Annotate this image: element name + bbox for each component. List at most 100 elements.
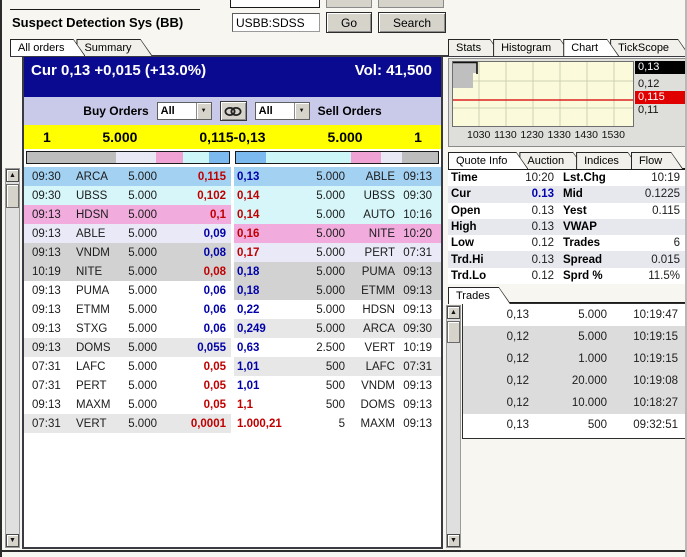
ask-mpid: ARCA xyxy=(347,323,395,335)
depth-segment xyxy=(402,152,438,163)
table-row[interactable]: 09:13PUMA5.0000,06 xyxy=(24,281,231,300)
depth-segment xyxy=(156,152,182,163)
scroll-up-icon[interactable]: ▲ xyxy=(447,306,460,319)
ask-price: 0,16 xyxy=(234,228,294,240)
table-row[interactable]: 09:13DOMS5.0000,055 xyxy=(24,338,231,357)
tab-auction[interactable]: Auction xyxy=(519,152,585,169)
tab-trades[interactable]: Trades xyxy=(448,287,511,304)
chevron-down-icon[interactable]: ▼ xyxy=(294,103,309,119)
quote-label: Cur xyxy=(448,188,498,200)
table-row[interactable]: 07:31VERT5.0000,0001 xyxy=(24,414,231,433)
tab-quote-info[interactable]: Quote Info xyxy=(448,152,528,169)
tab-histogram[interactable]: Histogram xyxy=(493,39,572,56)
table-row[interactable]: 07:31PERT5.0000,05 xyxy=(24,376,231,395)
quote-label: Spread xyxy=(560,254,620,266)
tab-summary[interactable]: Summary xyxy=(76,39,152,56)
list-item[interactable]: 0,1350009:32:51 xyxy=(463,414,685,436)
table-row[interactable]: 1,1500DOMS09:13 xyxy=(234,395,441,414)
table-row[interactable]: 07:31LAFC5.0000,05 xyxy=(24,357,231,376)
list-item[interactable]: 0,1210.00010:18:27 xyxy=(463,392,685,414)
table-row[interactable]: 09:13ABLE5.0000,09 xyxy=(24,224,231,243)
quote-value: 0.1225 xyxy=(620,188,686,200)
price-chart[interactable] xyxy=(452,61,634,127)
quote-row: Open0.13Yest0.115 xyxy=(448,203,686,219)
table-row[interactable]: 0,135.000ABLE09:13 xyxy=(234,167,441,186)
list-item[interactable]: 0,121.00010:19:15 xyxy=(463,348,685,370)
ask-depth-bar xyxy=(235,151,439,164)
sell-filter-select[interactable]: All ▼ xyxy=(255,102,310,120)
table-row[interactable]: 0,165.000NITE10:20 xyxy=(234,224,441,243)
tab-label: Histogram xyxy=(494,40,571,56)
table-row[interactable]: 1,01500LAFC07:31 xyxy=(234,357,441,376)
scrollbar-thumb[interactable] xyxy=(447,321,460,343)
cropped-button-fragment xyxy=(378,0,444,8)
bid-size: 5.000 xyxy=(128,323,171,335)
bid-price: 0,06 xyxy=(171,285,231,297)
table-row[interactable]: 0,185.000ETMM09:13 xyxy=(234,281,441,300)
table-row[interactable]: 0,225.000HDSN09:13 xyxy=(234,300,441,319)
table-row[interactable]: 0,145.000UBSS09:30 xyxy=(234,186,441,205)
list-item[interactable]: 0,1220.00010:19:08 xyxy=(463,370,685,392)
table-row[interactable]: 09:30ARCA5.0000,115 xyxy=(24,167,231,186)
go-button[interactable]: Go xyxy=(326,12,372,33)
table-row[interactable]: 09:13ETMM5.0000,06 xyxy=(24,300,231,319)
bid-price: 0,055 xyxy=(171,342,231,354)
chevron-down-icon[interactable]: ▼ xyxy=(196,103,211,119)
order-book-scrollbar[interactable]: ▲ ▼ xyxy=(5,168,20,548)
list-item[interactable]: 0,125.00010:19:15 xyxy=(463,326,685,348)
order-filter-row: Buy Orders All ▼ All ▼ Sell Orders xyxy=(24,97,441,125)
tab-indices[interactable]: Indices xyxy=(576,152,640,169)
bid-time: 09:13 xyxy=(32,304,76,316)
trade-price: 0,13 xyxy=(463,309,529,321)
scrollbar-thumb[interactable] xyxy=(6,184,19,208)
table-row[interactable]: 09:13HDSN5.0000,1 xyxy=(24,205,231,224)
trades-tab-label: Trades xyxy=(449,288,510,304)
tab-all-orders[interactable]: All orders xyxy=(10,39,85,56)
scroll-down-icon[interactable]: ▼ xyxy=(6,534,19,547)
bid-depth-bar xyxy=(26,151,230,164)
quote-row: Cur0.13Mid0.1225 xyxy=(448,186,686,202)
tab-flow[interactable]: Flow xyxy=(631,152,683,169)
bid-size: 5.000 xyxy=(128,247,171,259)
ask-mpid: VNDM xyxy=(347,380,395,392)
table-row[interactable]: 1,01500VNDM09:13 xyxy=(234,376,441,395)
list-item[interactable]: 0,135.00010:19:47 xyxy=(463,304,685,326)
ask-price: 0,17 xyxy=(234,247,294,259)
scroll-down-icon[interactable]: ▼ xyxy=(447,534,460,547)
tab-label: Quote Info xyxy=(449,153,527,169)
quote-label: Low xyxy=(448,237,498,249)
table-row[interactable]: 10:19NITE5.0000,08 xyxy=(24,262,231,281)
search-button[interactable]: Search xyxy=(378,12,446,33)
chain-link-icon xyxy=(224,106,242,117)
ticker-header: Cur 0,13 +0,015 (+13.0%) Vol: 41,500 xyxy=(24,57,441,97)
table-row[interactable]: 0,175.000PERT07:31 xyxy=(234,243,441,262)
bid-mpid: STXG xyxy=(76,323,128,335)
table-row[interactable]: 0,632.500VERT10:19 xyxy=(234,338,441,357)
buy-filter-select[interactable]: All ▼ xyxy=(157,102,212,120)
bid-size: 5.000 xyxy=(128,380,171,392)
table-row[interactable]: 1.000,215MAXM09:13 xyxy=(234,414,441,433)
bid-time: 07:31 xyxy=(32,380,76,392)
table-row[interactable]: 09:13MAXM5.0000,05 xyxy=(24,395,231,414)
bid-price: 0,08 xyxy=(171,247,231,259)
table-row[interactable]: 09:13VNDM5.0000,08 xyxy=(24,243,231,262)
ask-mpid: PERT xyxy=(347,247,395,259)
bid-price: 0,09 xyxy=(171,228,231,240)
bid-time: 09:13 xyxy=(32,247,76,259)
trades-scrollbar[interactable]: ▲ ▼ xyxy=(446,305,461,548)
table-row[interactable]: 09:30UBSS5.0000,102 xyxy=(24,186,231,205)
ask-price: 0,249 xyxy=(234,323,294,335)
ask-mpid: VERT xyxy=(347,342,395,354)
table-row[interactable]: 0,2495.000ARCA09:30 xyxy=(234,319,441,338)
bid-mpid: ABLE xyxy=(76,228,128,240)
bid-time: 09:13 xyxy=(32,209,76,221)
scroll-up-icon[interactable]: ▲ xyxy=(6,169,19,182)
ask-price: 0,14 xyxy=(234,190,294,202)
table-row[interactable]: 09:13STXG5.0000,06 xyxy=(24,319,231,338)
table-row[interactable]: 0,185.000PUMA09:13 xyxy=(234,262,441,281)
table-row[interactable]: 0,145.000AUTO10:16 xyxy=(234,205,441,224)
symbol-input[interactable] xyxy=(232,13,320,32)
tab-tickscope[interactable]: TickScope xyxy=(610,39,687,56)
quote-label: Trd.Hi xyxy=(448,254,498,266)
link-filters-button[interactable] xyxy=(220,101,247,121)
